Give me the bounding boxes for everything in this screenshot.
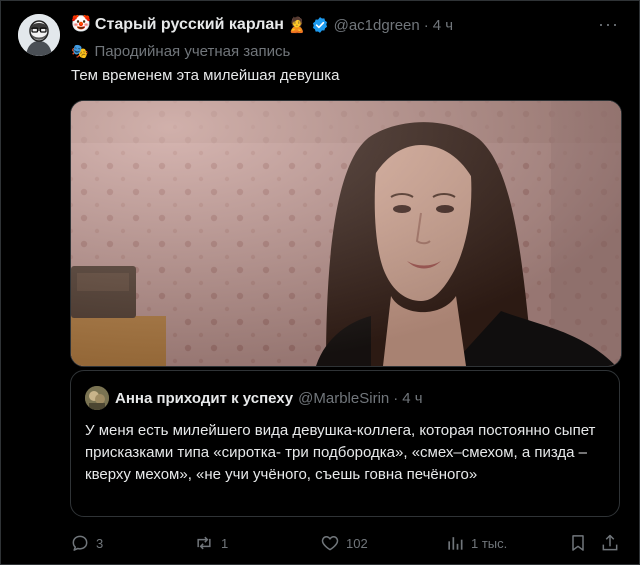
views-count: 1 тыс. [471,535,508,551]
repost-icon [197,536,211,550]
parody-label-row: 🎭 Пародийная учетная запись [71,41,290,61]
share-button[interactable] [600,531,626,555]
quote-header: Анна приходит к успеху @MarbleSirin · 4 … [85,385,423,411]
share-icon [602,534,618,551]
tweet-card[interactable]: 🤡 Старый русский карлан 🙎 @ac1dgreen · 4… [0,0,640,565]
quote-author-handle[interactable]: @MarbleSirin [298,390,389,407]
repost-button[interactable]: 1 [193,531,228,555]
heart-icon [321,536,339,551]
tweet-photo[interactable] [70,100,622,367]
tweet-header: 🤡 Старый русский карлан 🙎 @ac1dgreen · 4… [71,14,619,36]
quote-author-avatar[interactable] [85,386,109,410]
reply-count: 3 [96,535,104,551]
bookmark-button[interactable] [568,531,594,555]
quote-text: У меня есть милейшего вида девушка-колле… [85,422,596,483]
reply-button[interactable]: 3 [70,531,103,555]
reply-icon [72,535,88,551]
tweet-time[interactable]: 4 ч [433,17,453,34]
like-button[interactable]: 102 [320,531,368,555]
verified-badge-icon [311,16,329,34]
like-count: 102 [346,535,368,551]
quote-separator-dot: · [393,389,399,407]
tweet-text: Тем временем эта милейшая девушка [71,67,340,84]
clown-emoji: 🤡 [71,16,91,33]
more-dots-icon[interactable]: ··· [598,14,619,35]
quote-time[interactable]: 4 ч [402,390,422,407]
photo-illustration [71,101,621,366]
parody-label: Пародийная учетная запись [94,42,291,60]
author-name[interactable]: Старый русский карлан [95,16,284,34]
views-chart-icon [448,537,463,550]
bookmark-icon [572,535,584,551]
action-bar: 3 1 102 1 тыс. [70,531,622,555]
repost-count: 1 [221,535,229,551]
quoted-tweet[interactable]: Анна приходит к успеху @MarbleSirin · 4 … [70,370,620,517]
separator-dot: · [423,16,429,34]
author-avatar[interactable] [18,14,60,56]
theater-mask-icon: 🎭 [71,42,89,59]
views-button[interactable]: 1 тыс. [445,531,507,555]
author-handle[interactable]: @ac1dgreen [334,17,420,34]
quote-author-name[interactable]: Анна приходит к успеху [115,390,293,407]
person-emoji: 🙎 [287,16,307,34]
